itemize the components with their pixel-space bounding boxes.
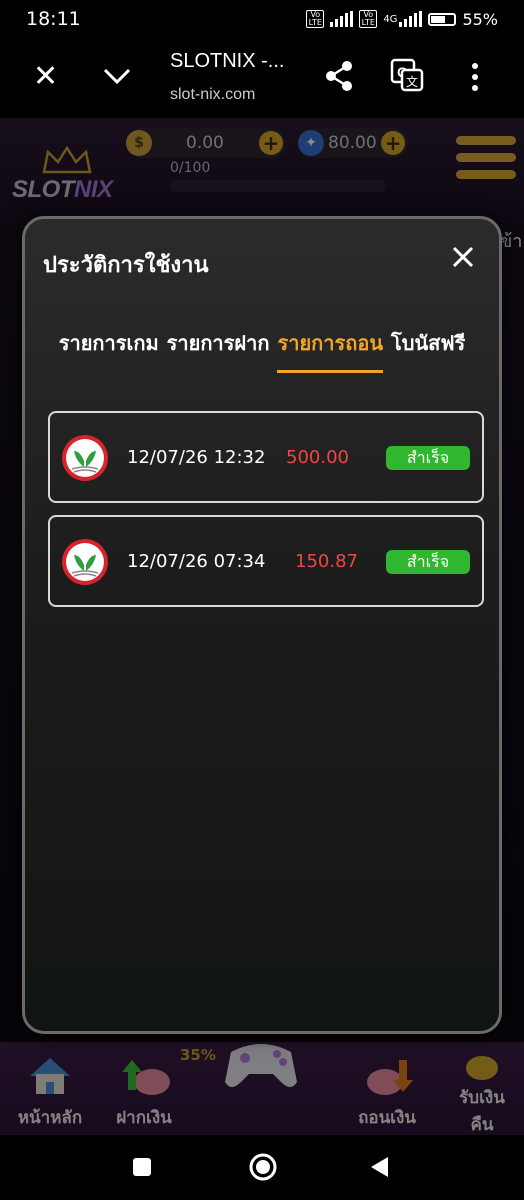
status-icons: Vo LTE Vo LTE 4G 55%	[306, 10, 498, 29]
chevron-down-icon[interactable]	[102, 62, 132, 92]
status-badge: สำเร็จ	[386, 446, 470, 470]
status-bar: 18:11 Vo LTE Vo LTE 4G 55%	[0, 0, 524, 38]
tab-withdraw-history[interactable]: รายการถอน	[277, 327, 383, 373]
transaction-row[interactable]: 12/07/26 12:32 500.00 สำเร็จ	[48, 411, 484, 503]
tab-deposit-history[interactable]: รายการฝาก	[167, 327, 270, 359]
kbank-logo-icon	[62, 539, 108, 585]
transaction-datetime: 12/07/26 07:34	[127, 551, 266, 572]
recent-apps-icon[interactable]	[132, 1157, 152, 1177]
tab-game-history[interactable]: รายการเกม	[59, 327, 159, 359]
history-modal: ประวัติการใช้งาน รายการเกม รายการฝาก ราย…	[22, 216, 502, 1034]
volte-icon-2: Vo LTE	[359, 10, 378, 28]
share-icon[interactable]	[324, 60, 354, 98]
more-options-icon[interactable]	[470, 62, 480, 98]
transaction-list: 12/07/26 12:32 500.00 สำเร็จ 12/07/26 07…	[48, 411, 484, 619]
kbank-logo-icon	[62, 435, 108, 481]
transaction-amount: 150.87	[295, 551, 358, 572]
translate-icon[interactable]: G文	[390, 58, 424, 98]
volte-icon: Vo LTE	[306, 10, 325, 28]
modal-title: ประวัติการใช้งาน	[43, 253, 209, 278]
android-nav-bar	[0, 1135, 524, 1200]
back-icon[interactable]	[368, 1155, 392, 1179]
transaction-amount: 500.00	[286, 447, 349, 468]
signal-icon	[330, 11, 354, 27]
page-url[interactable]: slot-nix.com	[170, 86, 255, 104]
signal-icon-2	[399, 11, 423, 27]
status-badge: สำเร็จ	[386, 550, 470, 574]
close-icon	[452, 246, 474, 268]
battery-percent: 55%	[462, 9, 498, 29]
svg-text:文: 文	[406, 74, 418, 89]
browser-toolbar: ✕ SLOTNIX -... slot-nix.com G文	[0, 38, 524, 118]
status-time: 18:11	[26, 8, 81, 30]
transaction-datetime: 12/07/26 12:32	[127, 447, 266, 468]
close-modal-button[interactable]	[449, 245, 477, 273]
history-tabs: รายการเกม รายการฝาก รายการถอน โบนัสฟรี	[25, 327, 499, 373]
network-type: 4G	[383, 13, 398, 25]
page-title: SLOTNIX -...	[170, 50, 285, 72]
close-tab-icon[interactable]: ✕	[33, 62, 58, 92]
tab-free-bonus[interactable]: โบนัสฟรี	[391, 327, 465, 359]
transaction-row[interactable]: 12/07/26 07:34 150.87 สำเร็จ	[48, 515, 484, 607]
battery-icon	[428, 12, 457, 26]
home-button-icon[interactable]	[248, 1152, 278, 1182]
